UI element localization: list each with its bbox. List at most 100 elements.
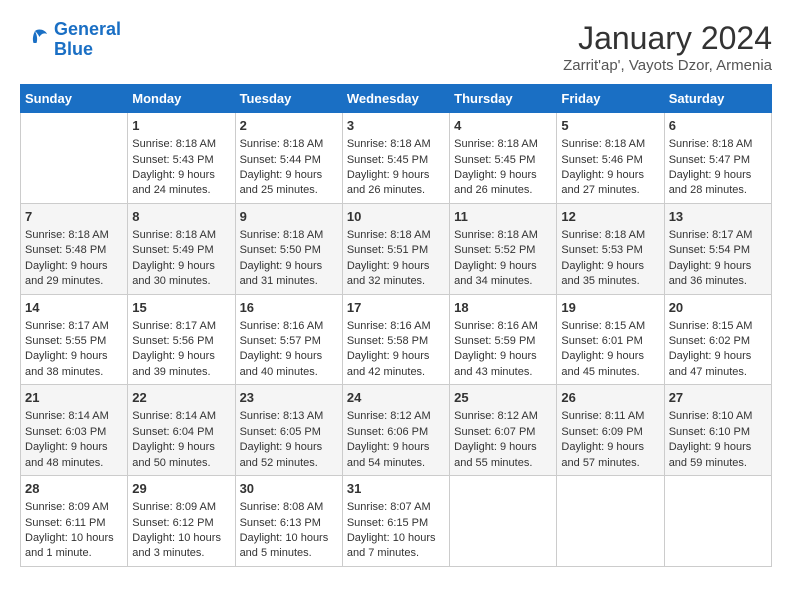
daylight-text: Daylight: 9 hours and 31 minutes. — [240, 259, 338, 290]
sunrise-text: Sunrise: 8:15 AM — [561, 319, 659, 334]
day-number: 28 — [25, 480, 123, 498]
day-number: 3 — [347, 117, 445, 135]
sunset-text: Sunset: 5:51 PM — [347, 243, 445, 258]
sunrise-text: Sunrise: 8:12 AM — [347, 409, 445, 424]
daylight-text: Daylight: 10 hours and 5 minutes. — [240, 531, 338, 562]
sunset-text: Sunset: 6:01 PM — [561, 334, 659, 349]
daylight-text: Daylight: 9 hours and 34 minutes. — [454, 259, 552, 290]
logo-text: General Blue — [54, 20, 121, 60]
logo: General Blue — [20, 20, 121, 60]
daylight-text: Daylight: 9 hours and 50 minutes. — [132, 440, 230, 471]
daylight-text: Daylight: 9 hours and 24 minutes. — [132, 168, 230, 199]
calendar-cell: 8Sunrise: 8:18 AMSunset: 5:49 PMDaylight… — [128, 203, 235, 294]
daylight-text: Daylight: 10 hours and 1 minute. — [25, 531, 123, 562]
calendar-cell: 29Sunrise: 8:09 AMSunset: 6:12 PMDayligh… — [128, 476, 235, 567]
sunrise-text: Sunrise: 8:16 AM — [240, 319, 338, 334]
logo-line2: Blue — [54, 39, 93, 59]
daylight-text: Daylight: 9 hours and 26 minutes. — [454, 168, 552, 199]
sunset-text: Sunset: 5:58 PM — [347, 334, 445, 349]
sunrise-text: Sunrise: 8:18 AM — [347, 228, 445, 243]
calendar-subtitle: Zarrit'ap', Vayots Dzor, Armenia — [563, 57, 772, 74]
sunset-text: Sunset: 5:47 PM — [669, 153, 767, 168]
sunrise-text: Sunrise: 8:18 AM — [669, 137, 767, 152]
header-wednesday: Wednesday — [342, 85, 449, 113]
day-number: 30 — [240, 480, 338, 498]
sunset-text: Sunset: 6:06 PM — [347, 425, 445, 440]
sunrise-text: Sunrise: 8:14 AM — [25, 409, 123, 424]
calendar-cell: 22Sunrise: 8:14 AMSunset: 6:04 PMDayligh… — [128, 385, 235, 476]
day-number: 1 — [132, 117, 230, 135]
daylight-text: Daylight: 9 hours and 39 minutes. — [132, 349, 230, 380]
day-number: 29 — [132, 480, 230, 498]
sunset-text: Sunset: 5:50 PM — [240, 243, 338, 258]
calendar-week-2: 7Sunrise: 8:18 AMSunset: 5:48 PMDaylight… — [21, 203, 772, 294]
daylight-text: Daylight: 9 hours and 27 minutes. — [561, 168, 659, 199]
daylight-text: Daylight: 9 hours and 26 minutes. — [347, 168, 445, 199]
sunrise-text: Sunrise: 8:18 AM — [454, 228, 552, 243]
sunrise-text: Sunrise: 8:12 AM — [454, 409, 552, 424]
calendar-cell: 4Sunrise: 8:18 AMSunset: 5:45 PMDaylight… — [450, 113, 557, 204]
day-number: 5 — [561, 117, 659, 135]
daylight-text: Daylight: 9 hours and 47 minutes. — [669, 349, 767, 380]
calendar-week-4: 21Sunrise: 8:14 AMSunset: 6:03 PMDayligh… — [21, 385, 772, 476]
sunrise-text: Sunrise: 8:10 AM — [669, 409, 767, 424]
sunset-text: Sunset: 5:45 PM — [454, 153, 552, 168]
daylight-text: Daylight: 9 hours and 52 minutes. — [240, 440, 338, 471]
daylight-text: Daylight: 9 hours and 40 minutes. — [240, 349, 338, 380]
day-number: 10 — [347, 208, 445, 226]
sunset-text: Sunset: 5:55 PM — [25, 334, 123, 349]
day-number: 22 — [132, 389, 230, 407]
sunrise-text: Sunrise: 8:14 AM — [132, 409, 230, 424]
sunrise-text: Sunrise: 8:16 AM — [454, 319, 552, 334]
calendar-cell: 1Sunrise: 8:18 AMSunset: 5:43 PMDaylight… — [128, 113, 235, 204]
calendar-cell: 24Sunrise: 8:12 AMSunset: 6:06 PMDayligh… — [342, 385, 449, 476]
sunset-text: Sunset: 6:15 PM — [347, 516, 445, 531]
sunset-text: Sunset: 5:48 PM — [25, 243, 123, 258]
sunset-text: Sunset: 6:13 PM — [240, 516, 338, 531]
calendar-cell: 27Sunrise: 8:10 AMSunset: 6:10 PMDayligh… — [664, 385, 771, 476]
daylight-text: Daylight: 9 hours and 57 minutes. — [561, 440, 659, 471]
calendar-title: January 2024 — [563, 20, 772, 57]
sunrise-text: Sunrise: 8:15 AM — [669, 319, 767, 334]
sunset-text: Sunset: 5:59 PM — [454, 334, 552, 349]
logo-line1: General — [54, 19, 121, 39]
sunset-text: Sunset: 6:12 PM — [132, 516, 230, 531]
calendar-cell: 21Sunrise: 8:14 AMSunset: 6:03 PMDayligh… — [21, 385, 128, 476]
day-number: 26 — [561, 389, 659, 407]
header-monday: Monday — [128, 85, 235, 113]
calendar-cell: 10Sunrise: 8:18 AMSunset: 5:51 PMDayligh… — [342, 203, 449, 294]
calendar-cell: 25Sunrise: 8:12 AMSunset: 6:07 PMDayligh… — [450, 385, 557, 476]
daylight-text: Daylight: 9 hours and 59 minutes. — [669, 440, 767, 471]
header-tuesday: Tuesday — [235, 85, 342, 113]
sunset-text: Sunset: 5:43 PM — [132, 153, 230, 168]
calendar-week-3: 14Sunrise: 8:17 AMSunset: 5:55 PMDayligh… — [21, 294, 772, 385]
calendar-cell — [557, 476, 664, 567]
calendar-cell — [450, 476, 557, 567]
sunrise-text: Sunrise: 8:08 AM — [240, 500, 338, 515]
daylight-text: Daylight: 9 hours and 55 minutes. — [454, 440, 552, 471]
header-thursday: Thursday — [450, 85, 557, 113]
sunset-text: Sunset: 6:09 PM — [561, 425, 659, 440]
sunrise-text: Sunrise: 8:18 AM — [132, 228, 230, 243]
calendar-cell: 20Sunrise: 8:15 AMSunset: 6:02 PMDayligh… — [664, 294, 771, 385]
day-number: 13 — [669, 208, 767, 226]
sunrise-text: Sunrise: 8:18 AM — [561, 137, 659, 152]
calendar-week-1: 1Sunrise: 8:18 AMSunset: 5:43 PMDaylight… — [21, 113, 772, 204]
daylight-text: Daylight: 9 hours and 29 minutes. — [25, 259, 123, 290]
day-number: 24 — [347, 389, 445, 407]
calendar-week-5: 28Sunrise: 8:09 AMSunset: 6:11 PMDayligh… — [21, 476, 772, 567]
day-number: 19 — [561, 299, 659, 317]
sunrise-text: Sunrise: 8:17 AM — [669, 228, 767, 243]
calendar-cell — [664, 476, 771, 567]
sunrise-text: Sunrise: 8:16 AM — [347, 319, 445, 334]
sunset-text: Sunset: 6:02 PM — [669, 334, 767, 349]
sunset-text: Sunset: 5:54 PM — [669, 243, 767, 258]
sunset-text: Sunset: 5:44 PM — [240, 153, 338, 168]
day-number: 4 — [454, 117, 552, 135]
sunset-text: Sunset: 5:53 PM — [561, 243, 659, 258]
sunrise-text: Sunrise: 8:18 AM — [25, 228, 123, 243]
calendar-cell: 31Sunrise: 8:07 AMSunset: 6:15 PMDayligh… — [342, 476, 449, 567]
calendar-cell: 13Sunrise: 8:17 AMSunset: 5:54 PMDayligh… — [664, 203, 771, 294]
calendar-cell: 7Sunrise: 8:18 AMSunset: 5:48 PMDaylight… — [21, 203, 128, 294]
sunset-text: Sunset: 5:52 PM — [454, 243, 552, 258]
